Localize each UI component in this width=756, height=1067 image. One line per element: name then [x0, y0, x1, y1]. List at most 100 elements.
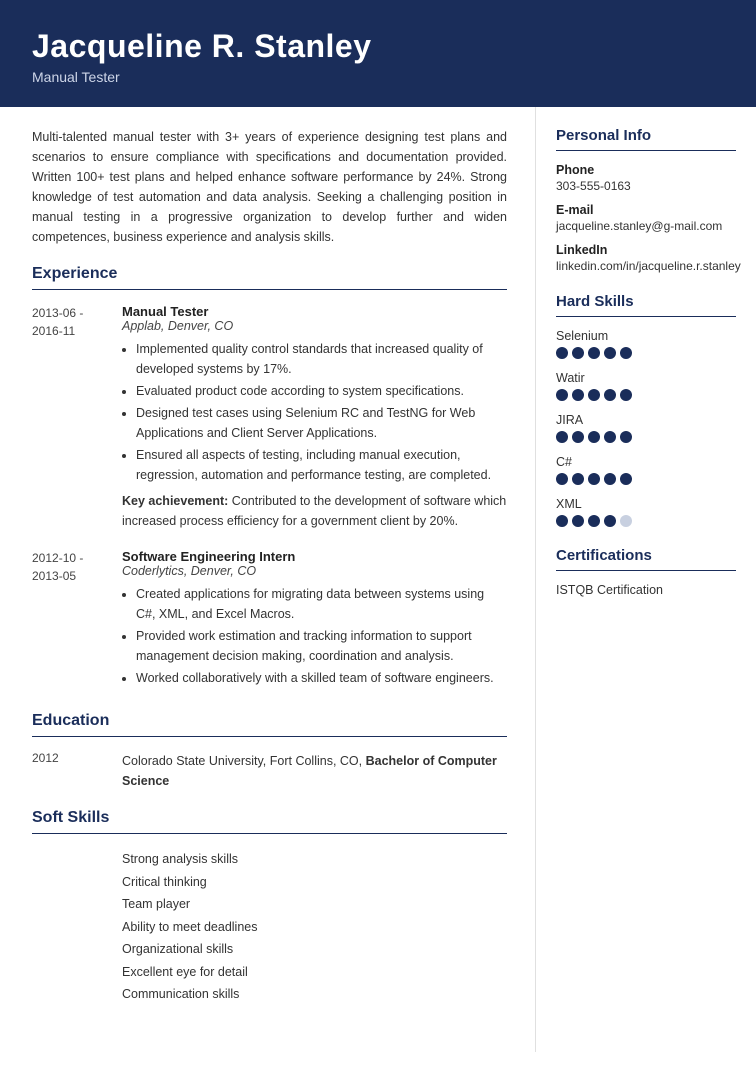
exp-details-2: Software Engineering Intern Coderlytics,… [122, 549, 507, 694]
certifications-section: Certifications ISTQB Certification [556, 547, 736, 597]
edu-year-1: 2012 [32, 751, 122, 791]
candidate-title: Manual Tester [32, 69, 724, 85]
skill-dots-jira [556, 431, 736, 443]
exp-dates-1: 2013-06 - 2016-11 [32, 304, 122, 531]
exp-title-1: Manual Tester [122, 304, 507, 319]
bullet-item: Created applications for migrating data … [136, 584, 507, 624]
education-divider [32, 736, 507, 737]
bullet-item: Ensured all aspects of testing, includin… [136, 445, 507, 485]
bullet-item: Implemented quality control standards th… [136, 339, 507, 379]
dot [588, 473, 600, 485]
skill-name-csharp: C# [556, 455, 736, 469]
phone-value: 303-555-0163 [556, 179, 736, 193]
dot [588, 515, 600, 527]
skill-row-watir: Watir [556, 371, 736, 401]
dot [588, 431, 600, 443]
side-column: Personal Info Phone 303-555-0163 E-mail … [536, 107, 756, 1052]
content-wrapper: Multi-talented manual tester with 3+ yea… [0, 107, 756, 1052]
exp-bullets-2: Created applications for migrating data … [122, 584, 507, 688]
key-achievement-1: Key achievement: Contributed to the deve… [122, 491, 507, 531]
dot [620, 431, 632, 443]
exp-details-1: Manual Tester Applab, Denver, CO Impleme… [122, 304, 507, 531]
skill-dots-watir [556, 389, 736, 401]
skill-dots-xml [556, 515, 736, 527]
dot [572, 473, 584, 485]
dot [604, 515, 616, 527]
soft-skill-item: Organizational skills [122, 938, 507, 961]
personal-info-divider [556, 150, 736, 151]
skill-row-xml: XML [556, 497, 736, 527]
skill-dots-csharp [556, 473, 736, 485]
soft-skill-item: Strong analysis skills [122, 848, 507, 871]
personal-info-section: Personal Info Phone 303-555-0163 E-mail … [556, 127, 736, 273]
experience-title: Experience [32, 265, 507, 283]
hard-skills-title: Hard Skills [556, 293, 736, 310]
dot [588, 347, 600, 359]
bullet-item: Provided work estimation and tracking in… [136, 626, 507, 666]
skill-row-jira: JIRA [556, 413, 736, 443]
hard-skills-section: Hard Skills Selenium Watir [556, 293, 736, 527]
education-title: Education [32, 712, 507, 730]
certification-item-1: ISTQB Certification [556, 583, 736, 597]
certifications-title: Certifications [556, 547, 736, 564]
bullet-item: Worked collaboratively with a skilled te… [136, 668, 507, 688]
exp-title-2: Software Engineering Intern [122, 549, 507, 564]
education-entry-1: 2012 Colorado State University, Fort Col… [32, 751, 507, 791]
soft-skill-item: Critical thinking [122, 871, 507, 894]
dot [620, 347, 632, 359]
soft-skills-divider [32, 833, 507, 834]
experience-entry-2: 2012-10 - 2013-05 Software Engineering I… [32, 549, 507, 694]
hard-skills-divider [556, 316, 736, 317]
experience-divider [32, 289, 507, 290]
soft-skills-section: Soft Skills Strong analysis skills Criti… [32, 809, 507, 1006]
resume-header: Jacqueline R. Stanley Manual Tester [0, 0, 756, 107]
dot [556, 389, 568, 401]
linkedin-value: linkedin.com/in/jacqueline.r.stanley [556, 259, 736, 273]
email-label: E-mail [556, 203, 736, 217]
dot [572, 515, 584, 527]
dot [556, 431, 568, 443]
dot [556, 515, 568, 527]
skill-name-watir: Watir [556, 371, 736, 385]
email-value: jacqueline.stanley@g-mail.com [556, 219, 736, 233]
skill-row-csharp: C# [556, 455, 736, 485]
main-column: Multi-talented manual tester with 3+ yea… [0, 107, 536, 1052]
linkedin-label: LinkedIn [556, 243, 736, 257]
dot [572, 431, 584, 443]
skill-name-xml: XML [556, 497, 736, 511]
dot [604, 389, 616, 401]
soft-skill-item: Ability to meet deadlines [122, 916, 507, 939]
exp-dates-2: 2012-10 - 2013-05 [32, 549, 122, 694]
edu-details-1: Colorado State University, Fort Collins,… [122, 751, 507, 791]
exp-company-2: Coderlytics, Denver, CO [122, 564, 507, 578]
education-section: Education 2012 Colorado State University… [32, 712, 507, 791]
dot [588, 389, 600, 401]
candidate-name: Jacqueline R. Stanley [32, 28, 724, 65]
exp-company-1: Applab, Denver, CO [122, 319, 507, 333]
dot [620, 473, 632, 485]
bullet-item: Designed test cases using Selenium RC an… [136, 403, 507, 443]
summary-text: Multi-talented manual tester with 3+ yea… [32, 127, 507, 247]
skill-row-selenium: Selenium [556, 329, 736, 359]
phone-label: Phone [556, 163, 736, 177]
soft-skill-item: Communication skills [122, 983, 507, 1006]
certifications-divider [556, 570, 736, 571]
dot [556, 473, 568, 485]
soft-skills-title: Soft Skills [32, 809, 507, 827]
dot [556, 347, 568, 359]
skill-name-selenium: Selenium [556, 329, 736, 343]
soft-skill-item: Excellent eye for detail [122, 961, 507, 984]
experience-section: Experience 2013-06 - 2016-11 Manual Test… [32, 265, 507, 694]
dot [604, 347, 616, 359]
personal-info-title: Personal Info [556, 127, 736, 144]
soft-skills-list: Strong analysis skills Critical thinking… [122, 848, 507, 1006]
dot-empty [620, 515, 632, 527]
skill-name-jira: JIRA [556, 413, 736, 427]
dot [572, 347, 584, 359]
soft-skills-spacer [32, 848, 122, 1006]
skill-dots-selenium [556, 347, 736, 359]
exp-bullets-1: Implemented quality control standards th… [122, 339, 507, 485]
soft-skill-item: Team player [122, 893, 507, 916]
soft-skills-entry: Strong analysis skills Critical thinking… [32, 848, 507, 1006]
experience-entry-1: 2013-06 - 2016-11 Manual Tester Applab, … [32, 304, 507, 531]
